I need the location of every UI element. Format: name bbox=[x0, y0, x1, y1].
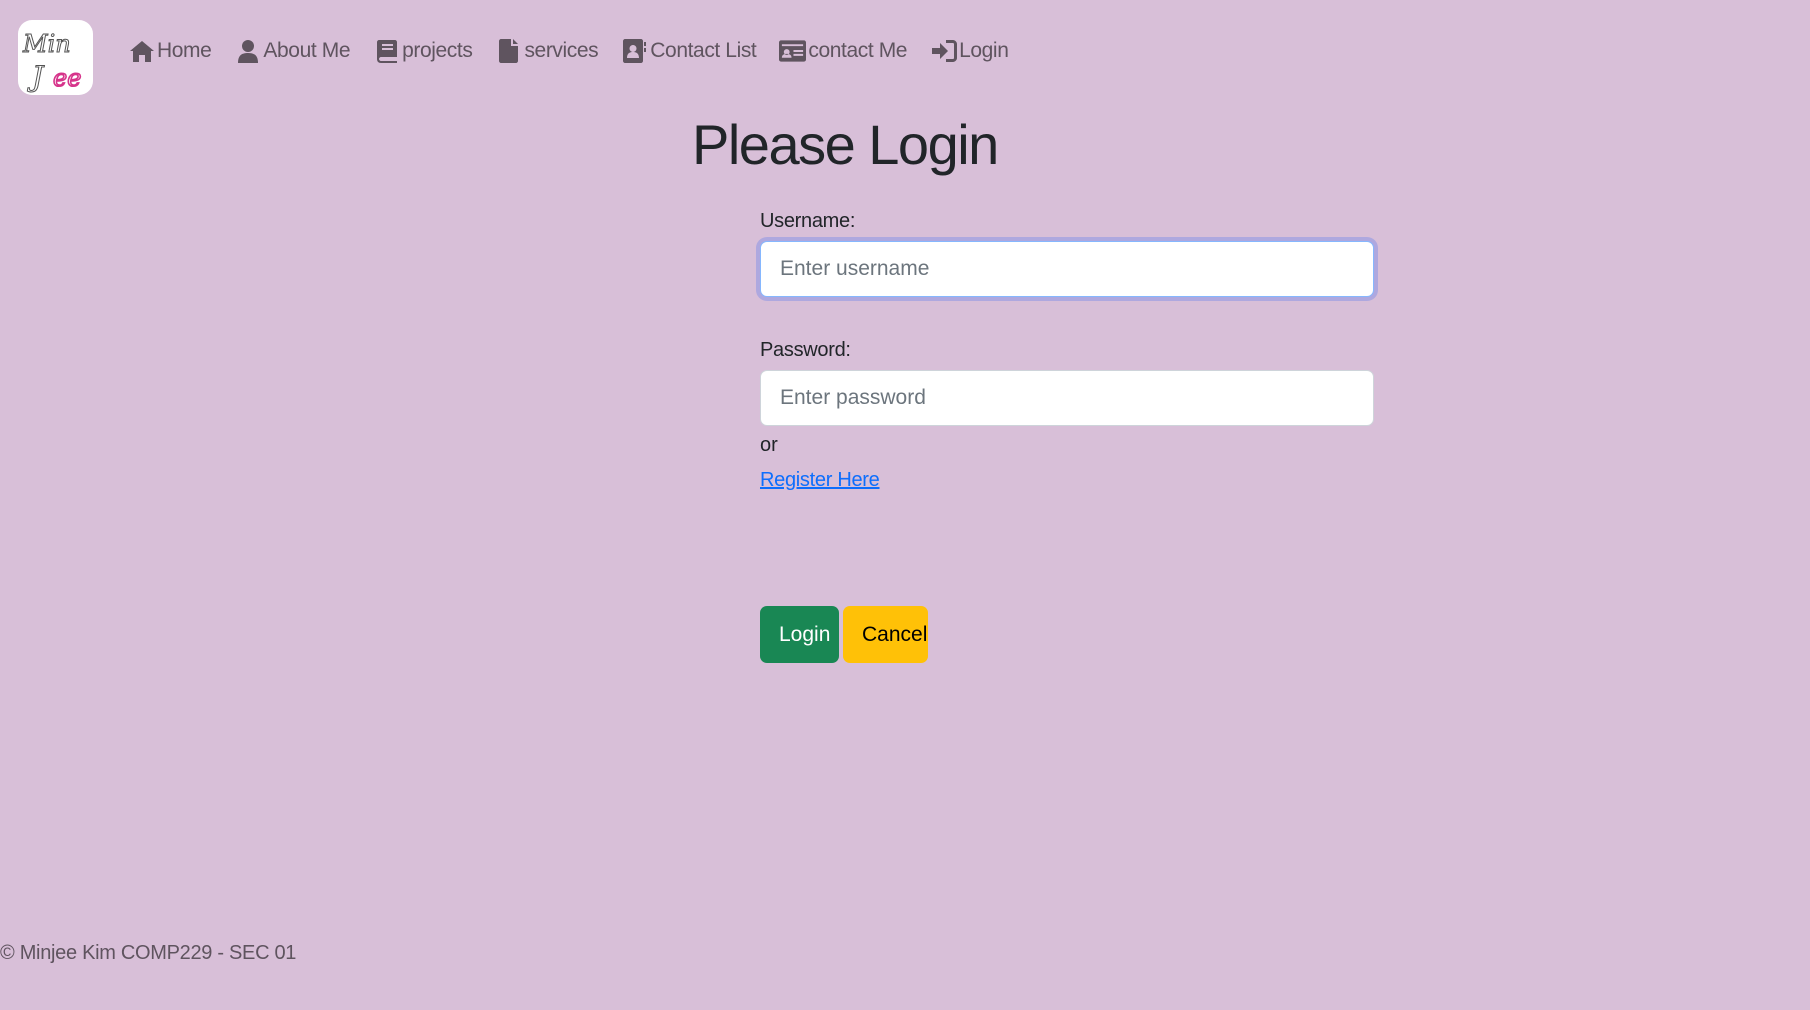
nav-contact-me-label: contact Me bbox=[808, 39, 908, 62]
navbar: Min J ee Home About Me projects services… bbox=[0, 0, 1810, 110]
nav-home-label: Home bbox=[157, 39, 212, 62]
user-icon bbox=[234, 38, 261, 64]
logo-text-min: Min bbox=[22, 30, 71, 58]
nav-about-me-label: About Me bbox=[263, 39, 351, 62]
main-nav: Home About Me projects services Contact … bbox=[128, 38, 1031, 64]
nav-about-me[interactable]: About Me bbox=[234, 38, 351, 64]
nav-contact-list[interactable]: Contact List bbox=[621, 38, 757, 64]
home-icon bbox=[128, 38, 155, 64]
sign-in-icon bbox=[930, 38, 957, 64]
password-label: Password: bbox=[760, 339, 851, 361]
nav-home[interactable]: Home bbox=[128, 38, 212, 64]
button-row: Login Cancel bbox=[760, 606, 928, 663]
password-group: Password: bbox=[760, 339, 1374, 426]
register-link[interactable]: Register Here bbox=[760, 469, 880, 492]
cancel-button[interactable]: Cancel bbox=[843, 606, 928, 663]
nav-contact-me[interactable]: contact Me bbox=[779, 38, 907, 64]
username-label: Username: bbox=[760, 210, 856, 232]
username-input[interactable] bbox=[760, 241, 1374, 297]
nav-login-label: Login bbox=[959, 39, 1009, 62]
book-icon bbox=[373, 38, 400, 64]
nav-projects-label: projects bbox=[402, 39, 473, 62]
page-title: Please Login bbox=[692, 113, 999, 176]
login-button[interactable]: Login bbox=[760, 606, 839, 663]
password-input[interactable] bbox=[760, 370, 1374, 426]
id-card-icon bbox=[779, 38, 807, 64]
site-logo[interactable]: Min J ee bbox=[18, 20, 93, 95]
nav-services[interactable]: services bbox=[495, 38, 599, 64]
nav-projects[interactable]: projects bbox=[373, 38, 473, 64]
nav-services-label: services bbox=[524, 39, 599, 62]
nav-login[interactable]: Login bbox=[930, 38, 1009, 64]
or-text: or bbox=[760, 434, 778, 456]
logo-text-j: J bbox=[27, 60, 45, 93]
username-group: Username: bbox=[760, 210, 1374, 297]
address-book-icon bbox=[621, 38, 648, 64]
footer-copyright: © Minjee Kim COMP229 - SEC 01 bbox=[0, 942, 297, 964]
logo-text-ee: ee bbox=[53, 64, 81, 92]
file-icon bbox=[495, 38, 522, 64]
nav-contact-list-label: Contact List bbox=[650, 39, 757, 62]
